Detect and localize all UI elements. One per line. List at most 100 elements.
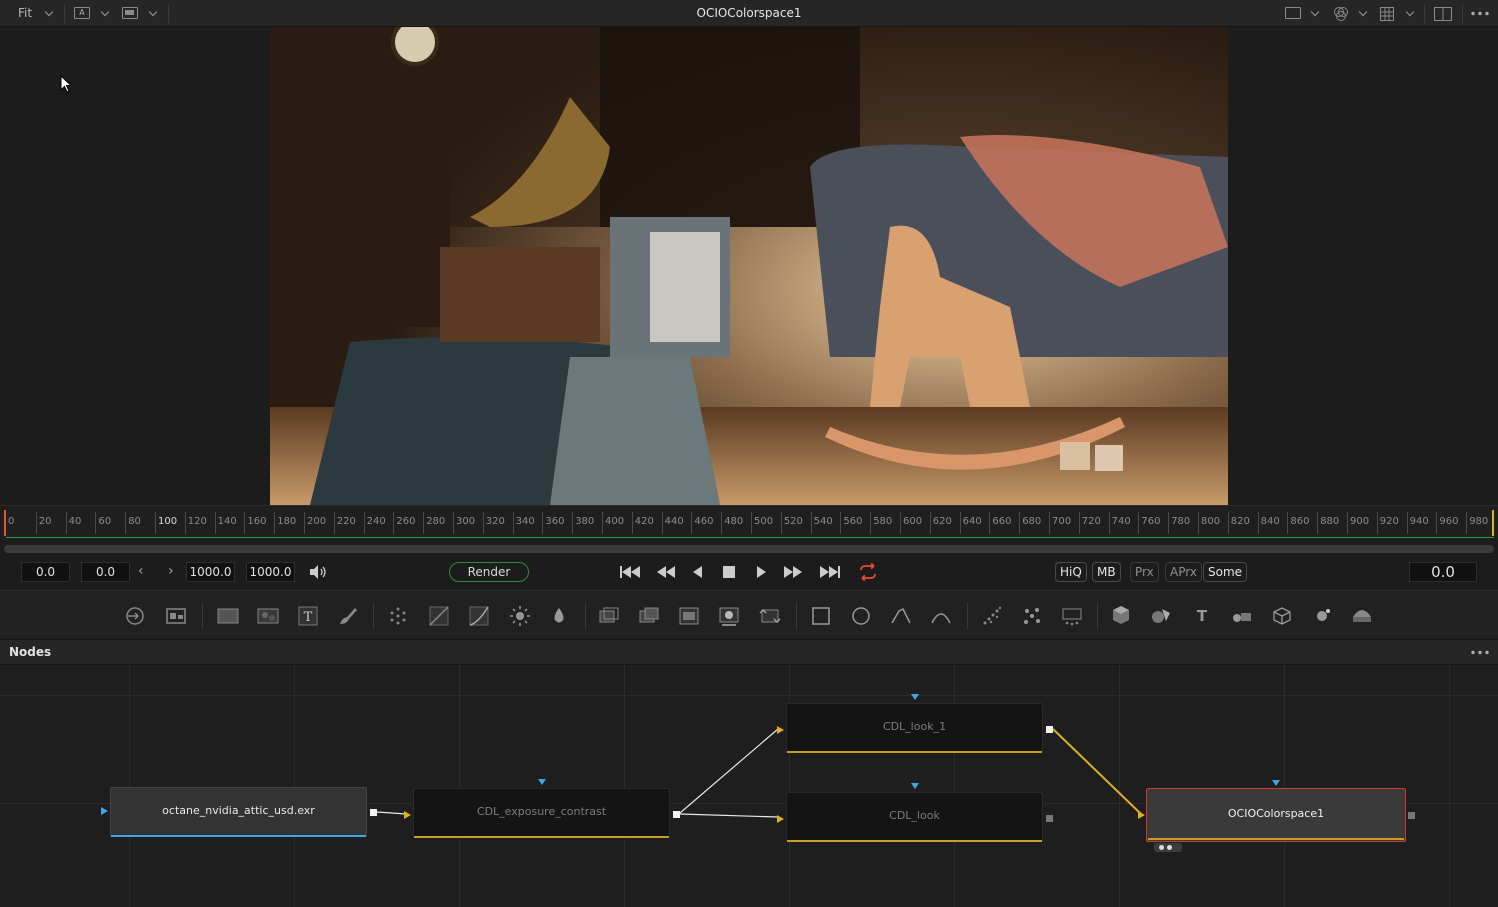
color-corrector-tool-icon[interactable] (428, 605, 450, 627)
roi-icon[interactable] (122, 7, 138, 19)
node-input-arrow[interactable] (101, 807, 108, 815)
image-plane-3d-tool-icon[interactable] (1271, 605, 1293, 627)
audio-icon[interactable] (308, 564, 328, 580)
renderer-3d-tool-icon[interactable] (1351, 605, 1373, 627)
transform-tool-icon[interactable] (759, 605, 781, 627)
motion-blur-toggle[interactable]: MB (1092, 562, 1121, 582)
time-ruler[interactable]: 0 20 40 60 80 100 120 140 160 180 200 220 240 260 280 3… (0, 505, 1498, 539)
rendered-image[interactable] (270, 27, 1228, 505)
particle-emitter-tool-icon[interactable] (981, 605, 1003, 627)
paint-tool-icon[interactable] (337, 605, 359, 627)
particle-render-tool-icon[interactable] (1021, 605, 1043, 627)
light-3d-tool-icon[interactable] (1311, 605, 1333, 627)
stop-icon[interactable] (722, 565, 736, 579)
chevron-down-icon[interactable] (1358, 7, 1368, 17)
particles-tool-icon[interactable] (387, 605, 409, 627)
chevron-down-icon[interactable] (100, 7, 110, 17)
camera-3d-tool-icon[interactable] (1231, 605, 1253, 627)
channel-a-icon[interactable]: A (74, 7, 90, 19)
node-loader[interactable]: octane_nvidia_attic_usd.exr (110, 787, 367, 837)
chevron-down-icon[interactable] (1310, 7, 1320, 17)
proxy-toggle[interactable]: Prx (1130, 562, 1159, 582)
ruler-tick-label: 800 (1198, 512, 1220, 534)
hue-tool-icon[interactable] (548, 605, 570, 627)
rectangle-mask-tool-icon[interactable] (810, 605, 832, 627)
node-output-port[interactable] (1408, 812, 1415, 819)
node-cdl-look-1[interactable]: CDL_look_1 (786, 703, 1043, 753)
render-start-field[interactable]: 0.0 (21, 562, 70, 582)
lut-icon[interactable] (1285, 7, 1301, 19)
split-view-icon[interactable] (1434, 7, 1452, 21)
render-end-field[interactable]: 1000.0 (186, 562, 235, 582)
merge-tool-icon[interactable] (598, 605, 620, 627)
global-start-field[interactable]: 0.0 (81, 562, 130, 582)
node-input-arrow[interactable] (538, 779, 546, 785)
node-graph[interactable]: octane_nvidia_attic_usd.exr CDL_exposure… (0, 665, 1498, 907)
node-cdl-exposure-contrast[interactable]: CDL_exposure_contrast (413, 788, 670, 838)
go-to-start-icon[interactable] (618, 564, 642, 580)
matte-control-tool-icon[interactable] (678, 605, 700, 627)
brightness-contrast-tool-icon[interactable] (509, 605, 531, 627)
node-input-arrow[interactable] (911, 694, 919, 700)
fit-dropdown[interactable]: Fit (18, 0, 32, 27)
chevron-down-icon[interactable] (148, 7, 158, 17)
text-tool-icon[interactable]: T (297, 605, 319, 627)
chevron-down-icon[interactable] (1405, 7, 1415, 17)
rewind-icon[interactable] (655, 564, 677, 580)
hiq-toggle[interactable]: HiQ (1055, 562, 1087, 582)
loader-tool-icon[interactable] (124, 605, 146, 627)
more-options-icon[interactable] (1471, 11, 1489, 16)
shape-3d-tool-icon[interactable] (1110, 605, 1132, 627)
go-to-end-icon[interactable] (818, 564, 842, 580)
pixel-emitter-tool-icon[interactable] (1061, 605, 1083, 627)
text-3d-tool-icon[interactable]: T (1191, 605, 1213, 627)
step-forward-icon[interactable]: › (168, 563, 174, 579)
node-connections (376, 728, 1142, 818)
global-end-field[interactable]: 1000.0 (246, 562, 295, 582)
viewer[interactable] (0, 27, 1498, 505)
node-input-arrow[interactable] (1272, 780, 1280, 786)
node-options-handle[interactable] (1154, 843, 1182, 852)
fast-forward-icon[interactable] (782, 564, 804, 580)
fast-noise-tool-icon[interactable] (257, 605, 279, 627)
color-curves-tool-icon[interactable] (468, 605, 490, 627)
saver-tool-icon[interactable] (165, 605, 187, 627)
node-input-arrow[interactable] (777, 726, 784, 734)
auto-proxy-toggle[interactable]: APrx (1165, 562, 1202, 582)
selective-update-toggle[interactable]: Some (1203, 562, 1248, 582)
bspline-mask-tool-icon[interactable] (930, 605, 952, 627)
node-output-port[interactable] (370, 809, 377, 816)
node-input-arrow[interactable] (404, 811, 411, 819)
chevron-down-icon[interactable] (44, 7, 54, 17)
timeline-scrollbar[interactable] (4, 545, 1494, 553)
node-input-arrow[interactable] (1138, 811, 1145, 819)
ruler-tick-label: 960 (1436, 512, 1458, 534)
node-input-arrow[interactable] (777, 815, 784, 823)
ruler-tick-label: 80 (125, 512, 141, 534)
mask-tool-icon[interactable] (718, 605, 740, 627)
node-output-port[interactable] (673, 811, 680, 818)
polygon-mask-tool-icon[interactable] (890, 605, 912, 627)
loop-icon[interactable] (857, 563, 879, 581)
color-channels-icon[interactable] (1333, 6, 1349, 22)
grid-icon[interactable] (1380, 7, 1394, 21)
node-input-arrow[interactable] (911, 783, 919, 789)
background-tool-icon[interactable] (217, 605, 239, 627)
step-back-icon[interactable]: ‹ (138, 563, 144, 579)
ruler-tick-label: 560 (840, 512, 862, 534)
more-options-icon[interactable] (1471, 650, 1489, 655)
play-reverse-icon[interactable] (692, 564, 704, 580)
ruler-tick-label: 460 (691, 512, 713, 534)
current-time-field[interactable]: 0.0 (1409, 562, 1477, 582)
node-output-port[interactable] (1046, 815, 1053, 822)
ellipse-mask-tool-icon[interactable] (850, 605, 872, 627)
channel-booleans-tool-icon[interactable] (638, 605, 660, 627)
merge-3d-tool-icon[interactable] (1150, 605, 1172, 627)
node-cdl-look[interactable]: CDL_look (786, 792, 1043, 842)
render-button[interactable]: Render (449, 562, 529, 582)
ruler-tick-label: 500 (751, 512, 773, 534)
node-output-port[interactable] (1046, 726, 1053, 733)
play-icon[interactable] (755, 564, 767, 580)
node-ocio-colorspace[interactable]: OCIOColorspace1 (1146, 788, 1406, 842)
render-end-marker[interactable] (1492, 510, 1494, 536)
